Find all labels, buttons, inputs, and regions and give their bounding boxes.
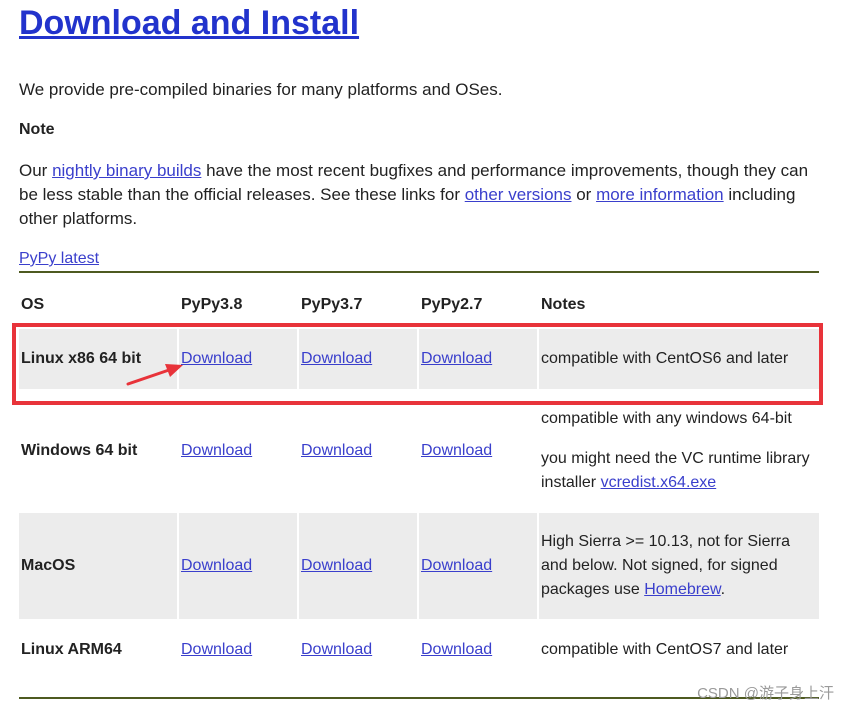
pypy27-cell: Download bbox=[419, 389, 539, 513]
download-link-linux-x86-pypy27[interactable]: Download bbox=[421, 350, 492, 367]
notes-text: compatible with any windows 64-bit bbox=[541, 410, 792, 427]
pypy38-cell: Download bbox=[179, 513, 299, 619]
more-information-link[interactable]: more information bbox=[596, 185, 724, 204]
page-title: Download and Install bbox=[19, 4, 359, 43]
other-versions-link[interactable]: other versions bbox=[465, 185, 572, 204]
header-notes: Notes bbox=[541, 296, 586, 313]
header-pypy37: PyPy3.7 bbox=[301, 296, 363, 313]
table-top-rule bbox=[19, 271, 819, 273]
arrow-annotation-icon bbox=[126, 364, 183, 386]
nightly-builds-link[interactable]: nightly binary builds bbox=[52, 161, 201, 180]
pypy27-cell: Download bbox=[419, 513, 539, 619]
os-cell: Windows 64 bit bbox=[19, 389, 179, 513]
pypy-latest-link[interactable]: PyPy latest bbox=[19, 250, 99, 268]
notes-text: compatible with CentOS7 and later bbox=[541, 641, 789, 658]
note-text-1: Our bbox=[19, 161, 53, 180]
pypy37-cell: Download bbox=[299, 389, 419, 513]
vcredist-link[interactable]: vcredist.x64.exe bbox=[601, 474, 717, 491]
note-paragraph: Our nightly binary builds have the most … bbox=[19, 159, 819, 231]
table-row-linux-arm64: Linux ARM64 Download Download Download c… bbox=[19, 619, 819, 681]
download-link-windows-pypy27[interactable]: Download bbox=[421, 442, 492, 459]
notes-text: compatible with CentOS6 and later bbox=[541, 350, 789, 367]
download-link-linux-x86-pypy38[interactable]: Download bbox=[181, 350, 252, 367]
page-title-link[interactable]: Download and Install bbox=[19, 4, 359, 42]
header-os: OS bbox=[21, 296, 45, 313]
os-cell: Linux ARM64 bbox=[19, 619, 179, 681]
download-link-arm64-pypy27[interactable]: Download bbox=[421, 641, 492, 658]
table-row-windows-64: Windows 64 bit Download Download Downloa… bbox=[19, 389, 819, 513]
download-link-windows-pypy37[interactable]: Download bbox=[301, 442, 372, 459]
note-heading: Note bbox=[19, 121, 55, 138]
pypy38-cell: Download bbox=[179, 619, 299, 681]
pypy38-cell: Download bbox=[179, 329, 299, 389]
os-cell: MacOS bbox=[19, 513, 179, 619]
download-link-macos-pypy37[interactable]: Download bbox=[301, 557, 372, 574]
notes-cell: compatible with any windows 64-bit you m… bbox=[539, 389, 819, 513]
table-row-macos: MacOS Download Download Download High Si… bbox=[19, 513, 819, 619]
pypy37-cell: Download bbox=[299, 619, 419, 681]
download-link-linux-x86-pypy37[interactable]: Download bbox=[301, 350, 372, 367]
page: Download and Install We provide pre-comp… bbox=[0, 0, 848, 712]
notes-text-end: . bbox=[720, 581, 726, 598]
table-header-row: OS PyPy3.8 PyPy3.7 PyPy2.7 Notes bbox=[19, 283, 819, 325]
download-link-macos-pypy27[interactable]: Download bbox=[421, 557, 492, 574]
pypy38-cell: Download bbox=[179, 389, 299, 513]
downloads-table: OS PyPy3.8 PyPy3.7 PyPy2.7 Notes Linux x… bbox=[19, 283, 819, 681]
pypy37-cell: Download bbox=[299, 513, 419, 619]
notes-cell: High Sierra >= 10.13, not for Sierra and… bbox=[539, 513, 819, 619]
homebrew-link[interactable]: Homebrew bbox=[644, 581, 720, 598]
notes-gap bbox=[541, 431, 817, 447]
notes-cell: compatible with CentOS6 and later bbox=[539, 329, 819, 389]
watermark: CSDN @游子身上汗 bbox=[697, 685, 834, 702]
pypy27-cell: Download bbox=[419, 329, 539, 389]
download-link-arm64-pypy38[interactable]: Download bbox=[181, 641, 252, 658]
intro-text: We provide pre-compiled binaries for man… bbox=[19, 80, 503, 99]
pypy37-cell: Download bbox=[299, 329, 419, 389]
download-link-windows-pypy38[interactable]: Download bbox=[181, 442, 252, 459]
header-pypy27: PyPy2.7 bbox=[421, 296, 483, 313]
notes-cell: compatible with CentOS7 and later bbox=[539, 619, 819, 681]
note-text-3: or bbox=[571, 185, 597, 204]
download-link-arm64-pypy37[interactable]: Download bbox=[301, 641, 372, 658]
header-pypy38: PyPy3.8 bbox=[181, 296, 243, 313]
pypy27-cell: Download bbox=[419, 619, 539, 681]
download-link-macos-pypy38[interactable]: Download bbox=[181, 557, 252, 574]
